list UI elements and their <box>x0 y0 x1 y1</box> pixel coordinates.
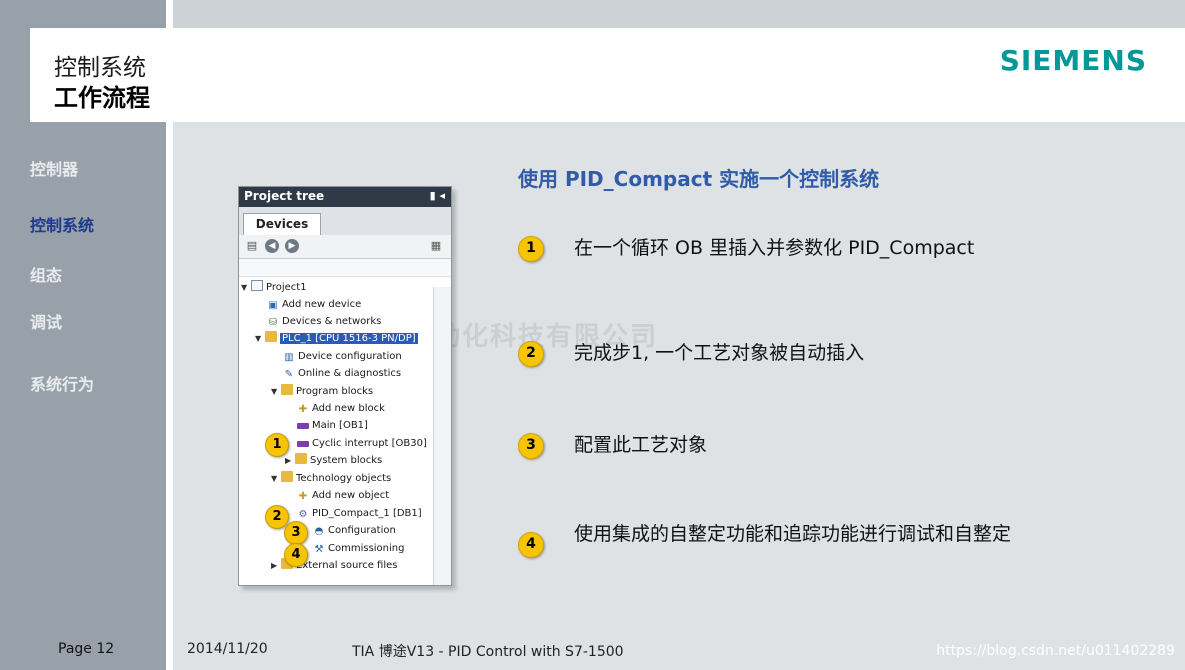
folder-icon <box>265 331 277 342</box>
step-text: 配置此工艺对象 <box>574 434 708 456</box>
step-text: 在一个循环 OB 里插入并参数化 PID_Compact <box>574 237 975 259</box>
tree-item-technology-objects[interactable]: ▼ Technology objects <box>271 470 391 487</box>
step-text: 使用集成的自整定功能和追踪功能进行调试和自整定 <box>574 523 1012 545</box>
tree-item-device-config[interactable]: ▥ Device configuration <box>283 348 401 365</box>
tab-bar: Devices <box>239 207 451 235</box>
overview-icon[interactable]: ▦ <box>429 239 443 253</box>
tree-item-commissioning[interactable]: ⚒ Commissioning <box>313 540 405 557</box>
tree-item-add-object[interactable]: ✚ Add new object <box>297 487 389 504</box>
tree-item-pid-compact[interactable]: ⚙ PID_Compact_1 [DB1] <box>297 505 422 522</box>
step-badge: 4 <box>518 532 544 558</box>
scrollbar[interactable] <box>433 287 451 585</box>
toolbar-spacer <box>239 259 451 277</box>
tree-item-online-diag[interactable]: ✎ Online & diagnostics <box>283 365 401 382</box>
footer-title: TIA 博途V13 - PID Control with S7-1500 <box>352 644 624 660</box>
tree-item-plc[interactable]: ▼ PLC_1 [CPU 1516-3 PN/DP] <box>255 330 418 347</box>
sidebar-item-control-system[interactable]: 控制系统 <box>30 212 94 236</box>
config-icon: ◓ <box>314 526 324 537</box>
add-device-icon: ▣ <box>268 300 278 311</box>
tree-item-add-block[interactable]: ✚ Add new block <box>297 400 385 417</box>
device-config-icon: ▥ <box>284 352 294 363</box>
new-item-icon[interactable]: ▤ <box>245 239 259 253</box>
ob-block-icon <box>297 423 309 429</box>
step-badge: 3 <box>518 433 544 459</box>
sidebar-item-controller[interactable]: 控制器 <box>30 156 78 180</box>
source-url: https://blog.csdn.net/u011402289 <box>936 643 1175 659</box>
ob-block-icon <box>297 441 309 447</box>
folder-icon <box>281 471 293 482</box>
tree-badge-1: 1 <box>265 433 289 457</box>
network-icon: ⛁ <box>268 317 278 328</box>
pid-icon: ⚙ <box>298 509 308 520</box>
tree-item-add-device[interactable]: ▣ Add new device <box>267 296 361 313</box>
section-heading: 使用 PID_Compact 实施一个控制系统 <box>518 167 880 191</box>
page-title-line2: 工作流程 <box>54 84 150 112</box>
project-tree-header: Project tree ▮ ◂ <box>239 187 451 207</box>
sidebar-item-commissioning[interactable]: 调试 <box>30 309 62 333</box>
tree-item-configuration[interactable]: ◓ Configuration <box>313 522 396 539</box>
tree-item-cyclic-ob30[interactable]: Cyclic interrupt [OB30] <box>297 435 427 452</box>
tree-badge-4: 4 <box>284 543 308 567</box>
panel-controls-icon[interactable]: ▮ ◂ <box>430 189 445 202</box>
diagnostics-icon: ✎ <box>284 369 294 380</box>
step-badge: 1 <box>518 236 544 262</box>
siemens-logo: SIEMENS <box>999 44 1147 77</box>
page-number: Page 12 <box>58 641 115 657</box>
tree-item-main-ob1[interactable]: Main [OB1] <box>297 417 368 434</box>
tab-devices[interactable]: Devices <box>243 213 321 235</box>
tree-item-program-blocks[interactable]: ▼ Program blocks <box>271 383 373 400</box>
title-box: 控制系统 工作流程 SIEMENS <box>30 28 1185 122</box>
folder-icon <box>281 384 293 395</box>
footer-date: 2014/11/20 <box>187 641 268 657</box>
add-object-icon: ✚ <box>298 491 308 502</box>
back-icon[interactable]: ◀ <box>265 239 279 253</box>
step-badge: 2 <box>518 341 544 367</box>
page-title-line1: 控制系统 <box>54 55 146 81</box>
folder-icon <box>295 453 307 464</box>
commissioning-icon: ⚒ <box>314 544 324 555</box>
project-tree-title: Project tree <box>244 189 325 203</box>
tree-item-project[interactable]: ▼ Project1 <box>241 279 307 296</box>
step-text: 完成步1, 一个工艺对象被自动插入 <box>574 342 865 364</box>
document-icon <box>251 280 263 291</box>
tree-item-system-blocks[interactable]: ▶ System blocks <box>285 452 382 469</box>
project-tree-toolbar: ▤ ◀ ▶ ▦ <box>239 235 451 259</box>
add-block-icon: ✚ <box>298 404 308 415</box>
forward-icon[interactable]: ▶ <box>285 239 299 253</box>
tree-badge-3: 3 <box>284 521 308 545</box>
sidebar-item-configuration[interactable]: 组态 <box>30 262 62 286</box>
tree-item-devices-networks[interactable]: ⛁ Devices & networks <box>267 313 382 330</box>
sidebar-item-system-behavior[interactable]: 系统行为 <box>30 371 94 395</box>
